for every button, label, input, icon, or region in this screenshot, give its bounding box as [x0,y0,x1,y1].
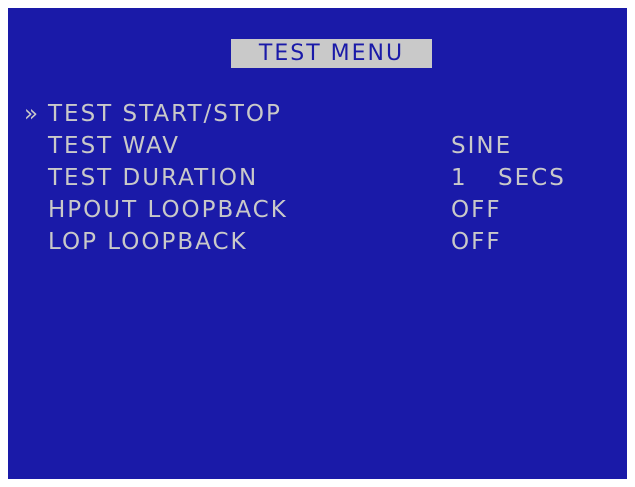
duration-unit: SECS [498,165,566,191]
menu-item-test-duration[interactable]: TEST DURATION 1 SECS [24,162,614,194]
menu-item-value: SINE [451,133,513,159]
menu-list: » TEST START/STOP TEST WAV SINE TEST DURA… [24,98,614,258]
osd-screen: TEST MENU » TEST START/STOP TEST WAV SINE… [8,8,627,479]
menu-item-label: TEST DURATION [48,165,259,191]
menu-item-value: OFF [451,197,502,223]
menu-item-lop-loopback[interactable]: LOP LOOPBACK OFF [24,226,614,258]
menu-item-label: HPOUT LOOPBACK [48,197,288,223]
selection-cursor-icon: » [24,101,41,127]
menu-item-value: OFF [451,229,502,255]
menu-item-hpout-loopback[interactable]: HPOUT LOOPBACK OFF [24,194,614,226]
menu-title: TEST MENU [231,39,432,68]
menu-item-test-start-stop[interactable]: » TEST START/STOP [24,98,614,130]
menu-item-value: 1 SECS [451,162,566,194]
menu-item-label: TEST WAV [48,133,181,159]
duration-number: 1 [451,165,468,191]
menu-item-label: TEST START/STOP [48,101,282,127]
menu-item-label: LOP LOOPBACK [48,229,248,255]
menu-item-test-wav[interactable]: TEST WAV SINE [24,130,614,162]
